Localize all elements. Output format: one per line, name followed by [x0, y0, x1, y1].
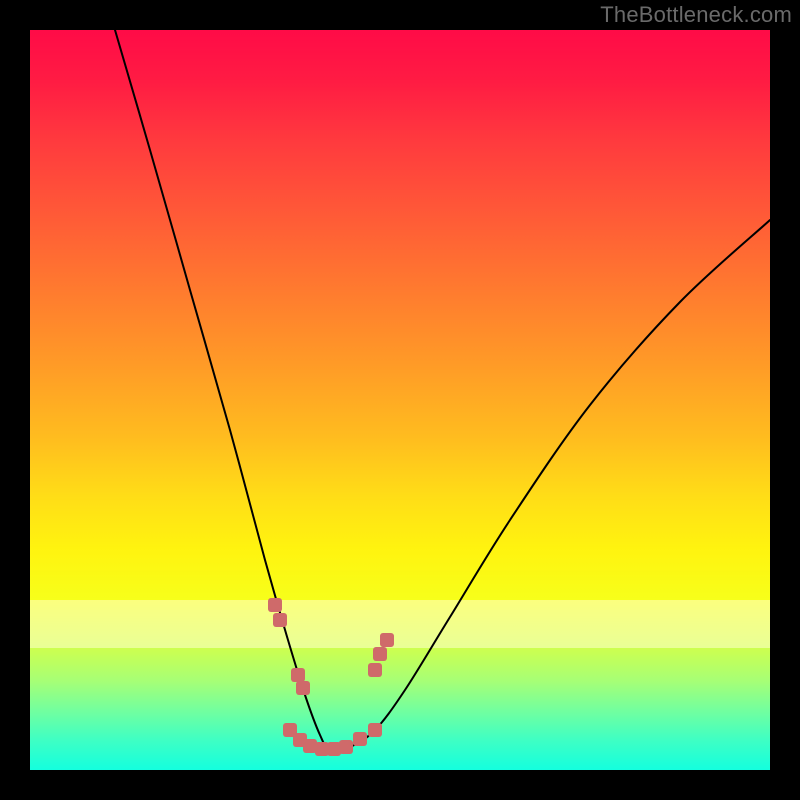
data-marker — [339, 740, 353, 754]
watermark-text: TheBottleneck.com — [600, 2, 792, 28]
data-marker — [353, 732, 367, 746]
data-marker — [373, 647, 387, 661]
markers-group — [268, 598, 394, 756]
data-marker — [368, 663, 382, 677]
chart-frame: TheBottleneck.com — [0, 0, 800, 800]
data-marker — [327, 742, 341, 756]
markers-layer — [30, 30, 770, 770]
plot-area — [30, 30, 770, 770]
data-marker — [303, 739, 317, 753]
data-marker — [368, 723, 382, 737]
data-marker — [380, 633, 394, 647]
data-marker — [315, 742, 329, 756]
data-marker — [291, 668, 305, 682]
data-marker — [273, 613, 287, 627]
data-marker — [268, 598, 282, 612]
data-marker — [296, 681, 310, 695]
